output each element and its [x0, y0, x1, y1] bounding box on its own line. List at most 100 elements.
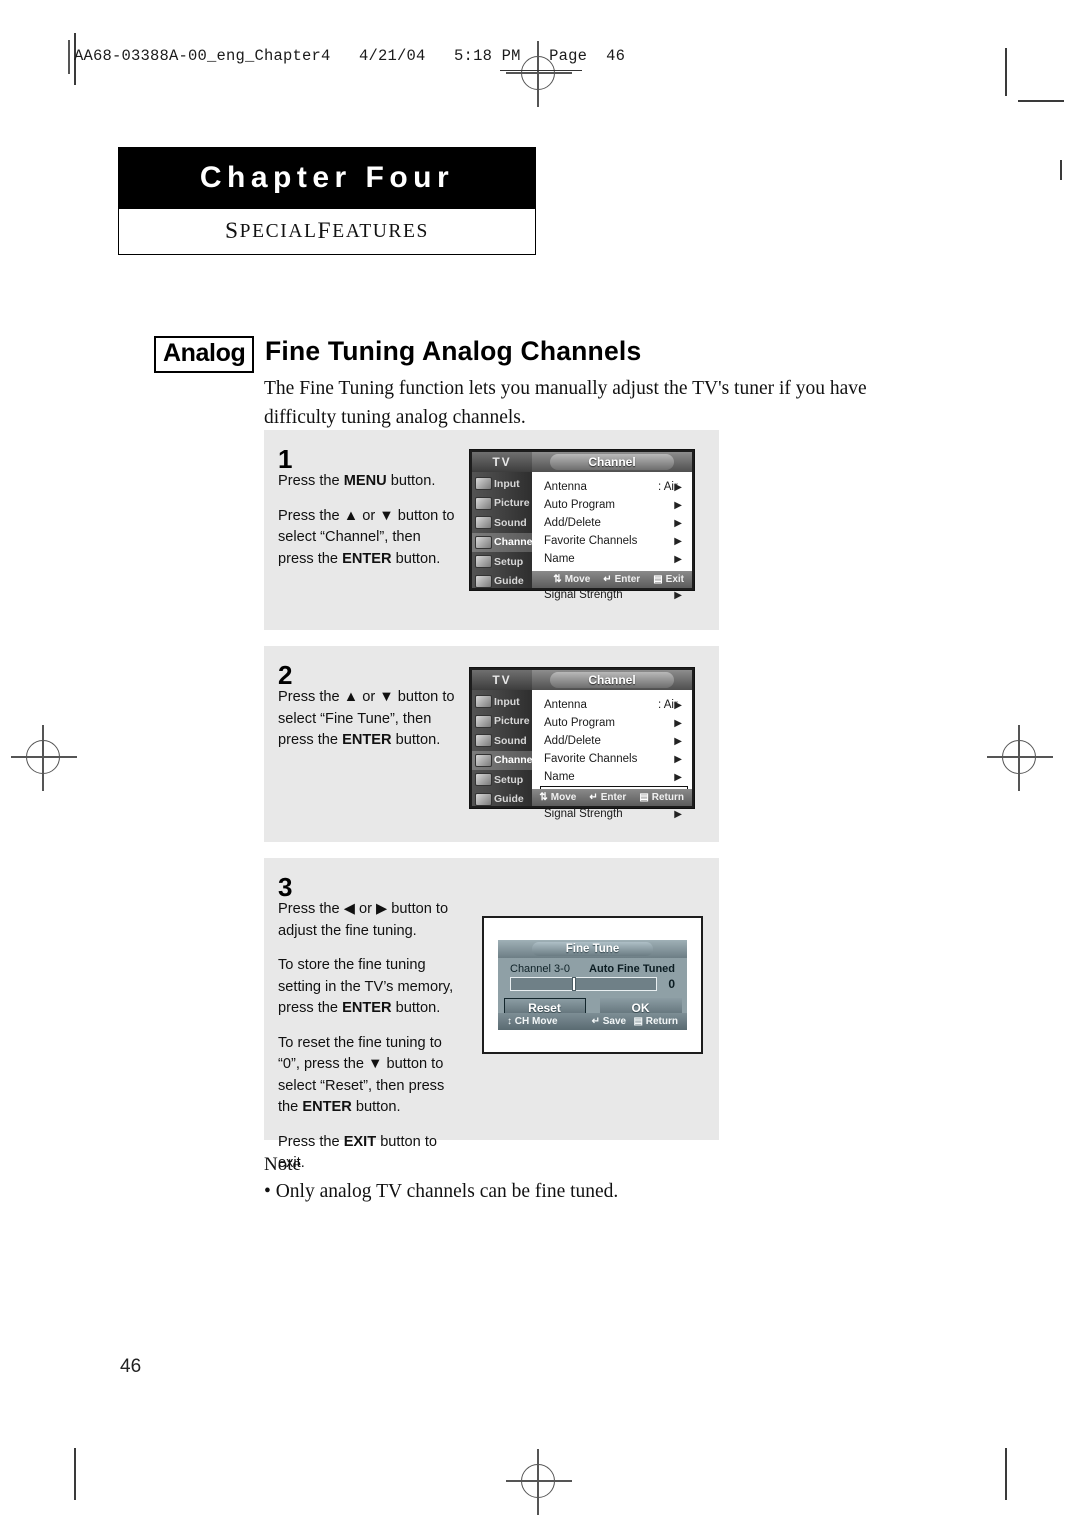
fine-tune-slider[interactable] — [510, 977, 657, 991]
menu-row-name[interactable]: Name ▶ — [540, 768, 688, 786]
picture-icon — [475, 496, 492, 510]
menu-row-signal-strength[interactable]: Signal Strength ▶ — [540, 586, 688, 604]
footer-move: ⇅ Move — [553, 574, 591, 585]
sidebar-label-setup: Setup — [494, 773, 524, 786]
header-rule — [68, 40, 70, 74]
chevron-right-icon: ▶ — [674, 753, 682, 765]
chapter-subtitle-p3: F — [317, 218, 333, 244]
updown-arrow-icon: ⇅ — [553, 574, 562, 585]
chevron-right-icon: ▶ — [674, 717, 682, 729]
chevron-right-icon: ▶ — [674, 517, 682, 529]
enter-key-icon: ↵ — [603, 574, 612, 585]
sidebar-label-input: Input — [494, 477, 520, 490]
sidebar-item-channel[interactable]: Channel — [472, 532, 536, 552]
step-1-text: Press the MENU button. Press the ▲ or ▼ b… — [278, 473, 455, 567]
footer-enter: ↵ Enter — [603, 574, 641, 585]
menu-label-favorite-channels: Favorite Channels — [544, 753, 638, 765]
footer-exit: ▤ Exit — [653, 574, 684, 585]
sidebar-item-picture[interactable]: Picture — [472, 712, 532, 732]
slider-value: 0 — [668, 977, 675, 991]
menu-label-favorite-channels: Favorite Channels — [544, 535, 638, 547]
crop-mark-bottom-right-v — [1005, 1448, 1007, 1500]
fine-tune-footer: ↕ CH Move ↵ Save ▤ Return — [498, 1013, 687, 1030]
manual-page: AA68-03388A-00_eng_Chapter4 4/21/04 5:18… — [0, 0, 1080, 1528]
osd-1-brand: TV — [472, 452, 532, 472]
crop-mark-bottom-left-v — [74, 1448, 76, 1500]
crop-mark-top-right-v — [1005, 48, 1007, 96]
menu-row-favorite-channels[interactable]: Favorite Channels ▶ — [540, 750, 688, 768]
step-2-text: Press the ▲ or ▼ button to select “Fine … — [278, 689, 455, 748]
osd-2-sidebar: Input Picture Sound Channel Setup Guide — [472, 690, 535, 806]
sidebar-item-guide[interactable]: Guide — [472, 572, 532, 592]
sidebar-item-setup[interactable]: Setup — [472, 770, 532, 790]
osd-2-brand: TV — [472, 670, 532, 690]
sidebar-label-picture: Picture — [494, 715, 530, 728]
menu-row-auto-program[interactable]: Auto Program ▶ — [540, 496, 688, 514]
fine-tune-title: Fine Tune — [531, 942, 654, 956]
menu-row-auto-program[interactable]: Auto Program ▶ — [540, 714, 688, 732]
sidebar-item-channel[interactable]: Channel — [472, 750, 535, 770]
sound-icon — [475, 734, 492, 747]
menu-row-add-delete[interactable]: Add/Delete ▶ — [540, 514, 688, 532]
sidebar-item-input[interactable]: Input — [472, 474, 532, 494]
chapter-subtitle: S PECIAL F EATURES — [118, 209, 536, 255]
slider-knob[interactable] — [571, 977, 576, 991]
chevron-right-icon: ▶ — [674, 589, 682, 601]
chapter-block: Chapter Four S PECIAL F EATURES — [118, 147, 536, 255]
sidebar-label-channel: Channel — [494, 536, 536, 549]
footer-ch-move: ↕ CH Move — [507, 1016, 558, 1027]
menu-label-auto-program: Auto Program — [544, 499, 615, 511]
enter-key-icon: ↵ — [591, 1016, 600, 1027]
exit-key-icon: ▤ — [653, 574, 663, 585]
menu-row-add-delete[interactable]: Add/Delete ▶ — [540, 732, 688, 750]
channel-icon — [475, 753, 492, 767]
menu-row-name[interactable]: Name ▶ — [540, 550, 688, 568]
chapter-subtitle-p1: S — [225, 218, 240, 244]
sidebar-label-guide: Guide — [494, 575, 524, 588]
registration-mark-left — [11, 725, 77, 791]
chapter-subtitle-p4: EATURES — [332, 220, 429, 242]
sidebar-item-input[interactable]: Input — [472, 692, 532, 712]
crop-mark-right-edge — [1060, 160, 1062, 180]
sidebar-item-sound[interactable]: Sound — [472, 731, 532, 751]
chevron-right-icon: ▶ — [674, 699, 682, 711]
fine-tune-titlebar: Fine Tune — [498, 940, 687, 958]
auto-fine-tuned-status: Auto Fine Tuned — [589, 963, 675, 975]
setup-icon — [475, 773, 492, 786]
chevron-right-icon: ▶ — [674, 735, 682, 747]
menu-row-favorite-channels[interactable]: Favorite Channels ▶ — [540, 532, 688, 550]
registration-mark-bottom — [506, 1449, 572, 1515]
osd-2-titlebar: TV Channel — [472, 670, 692, 690]
updown-arrow-icon: ⇅ — [539, 792, 548, 803]
menu-row-signal-strength[interactable]: Signal Strength ▶ — [540, 805, 688, 823]
ch-move-icon: ↕ — [507, 1016, 512, 1027]
input-icon — [475, 477, 492, 490]
sidebar-label-sound: Sound — [494, 516, 527, 529]
channel-label: Channel 3-0 — [510, 963, 570, 975]
menu-label-antenna: Antenna — [544, 699, 587, 711]
sidebar-item-setup[interactable]: Setup — [472, 552, 532, 572]
menu-label-signal-strength: Signal Strength — [544, 808, 623, 820]
sidebar-label-sound: Sound — [494, 734, 527, 747]
sidebar-item-sound[interactable]: Sound — [472, 513, 532, 533]
input-icon — [475, 695, 492, 708]
enter-key-icon: ↵ — [589, 792, 598, 803]
registration-mark-right — [987, 725, 1053, 791]
footer-save: ↵ Save — [591, 1016, 627, 1027]
menu-row-antenna[interactable]: Antenna: Air ▶ — [540, 478, 688, 496]
sidebar-item-guide[interactable]: Guide — [472, 790, 532, 810]
menu-row-antenna[interactable]: Antenna: Air ▶ — [540, 696, 688, 714]
chapter-subtitle-p2: PECIAL — [239, 220, 318, 242]
osd-2-footer: ⇅ Move ↵ Enter ▤ Return — [532, 789, 692, 806]
sidebar-item-picture[interactable]: Picture — [472, 494, 532, 514]
analog-badge: Analog — [154, 336, 255, 373]
osd-1-list: Antenna: Air ▶ Auto Program ▶ Add/Delete ▶ … — [532, 472, 692, 601]
step-3-text: Press the ◀ or ▶ button to adjust the fi… — [278, 901, 454, 1171]
channel-icon — [475, 535, 492, 549]
fine-tune-dialog: Fine Tune Channel 3-0 Auto Fine Tuned 0 … — [482, 916, 703, 1054]
fine-tune-labels: Channel 3-0 Auto Fine Tuned — [498, 958, 687, 977]
chapter-title: Chapter Four — [118, 147, 536, 209]
osd-2-list: Antenna: Air ▶ Auto Program ▶ Add/Delete ▶ … — [532, 690, 692, 820]
print-header-text: AA68-03388A-00_eng_Chapter4 4/21/04 5:18… — [74, 47, 626, 65]
osd-1-titlebar: TV Channel — [472, 452, 692, 472]
